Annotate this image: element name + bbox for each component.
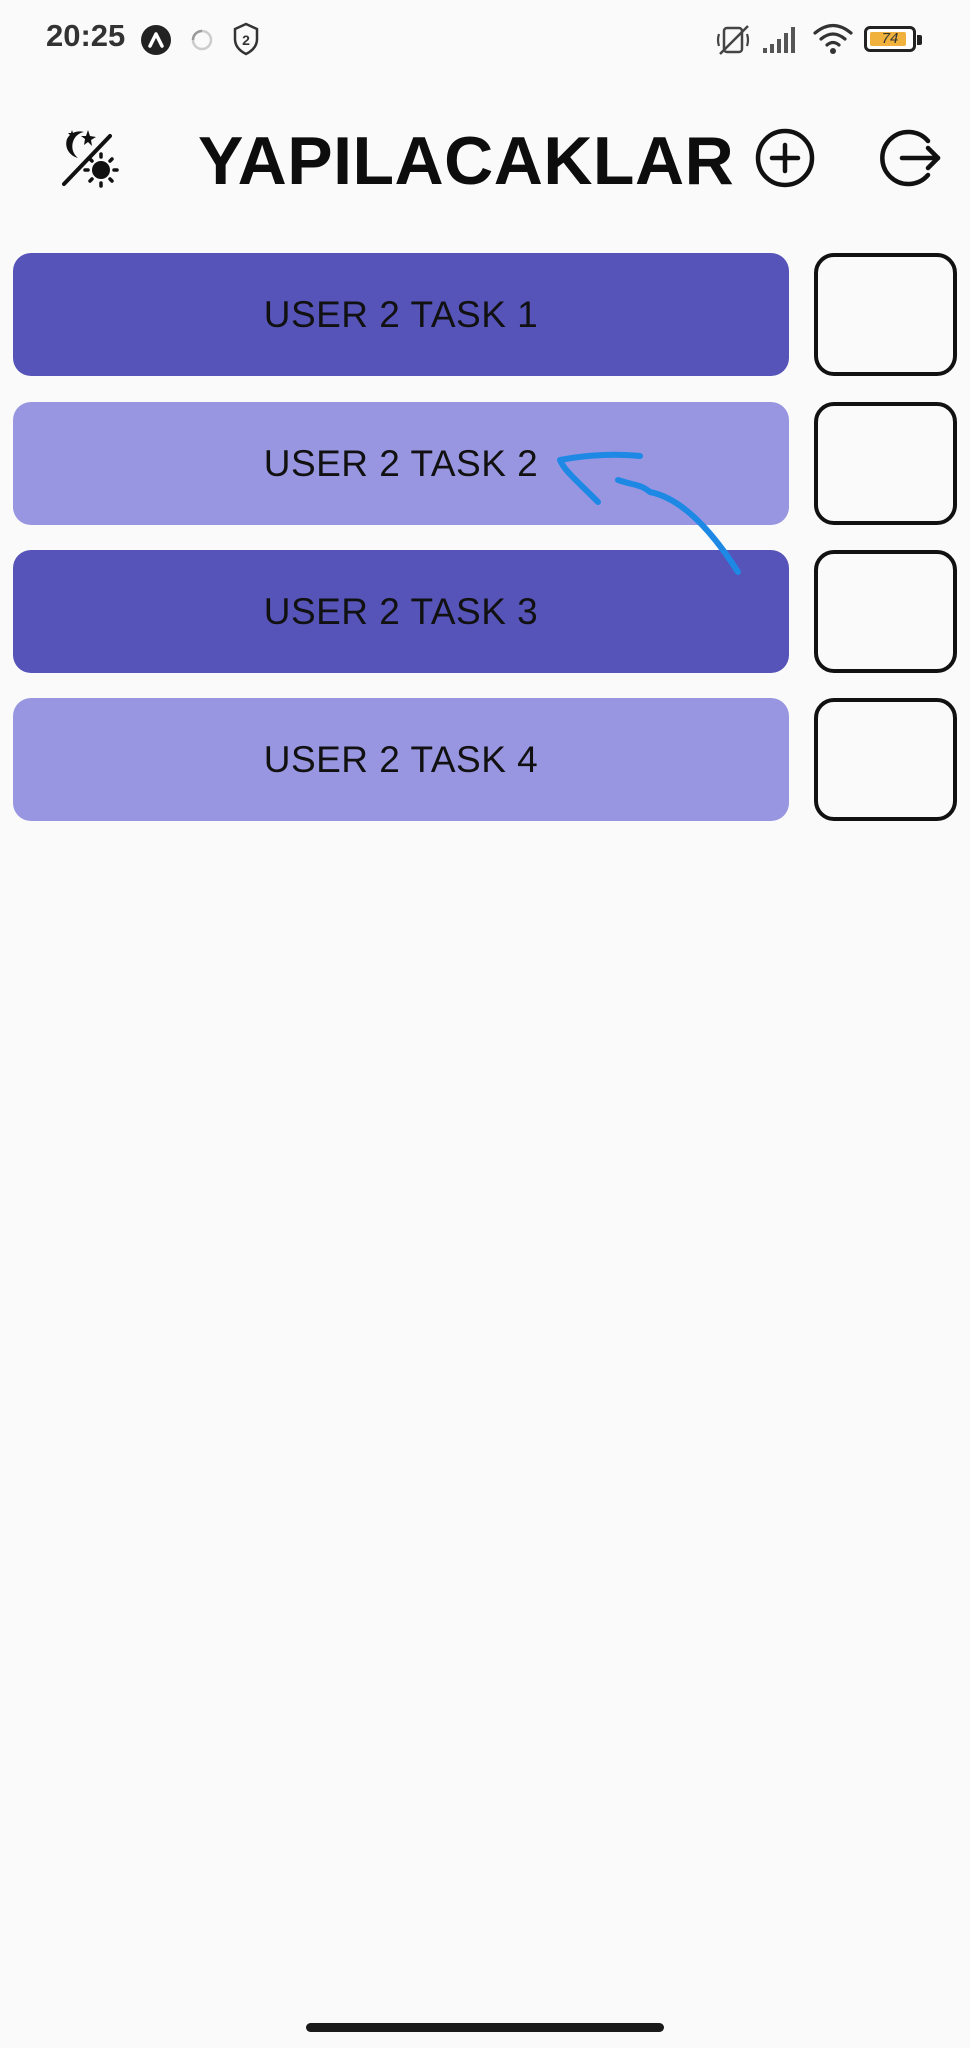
- logout-icon[interactable]: [880, 127, 944, 189]
- mute-icon: [716, 25, 750, 55]
- app-notification-icon: [141, 25, 171, 55]
- task-item-4[interactable]: USER 2 TASK 4: [13, 698, 789, 821]
- wifi-icon: [813, 23, 853, 54]
- task-label: USER 2 TASK 1: [263, 293, 539, 335]
- task-label: USER 2 TASK 4: [263, 738, 539, 780]
- signal-icon: [763, 27, 795, 53]
- theme-toggle-icon[interactable]: [58, 126, 124, 190]
- vpn-shield-icon: 2: [233, 22, 259, 56]
- task-checkbox-3[interactable]: [814, 550, 957, 673]
- task-label: USER 2 TASK 3: [263, 590, 539, 632]
- home-indicator[interactable]: [306, 2023, 664, 2032]
- status-bar: 20:25 2 74: [0, 0, 970, 80]
- loading-circle-icon: [191, 29, 213, 51]
- task-checkbox-4[interactable]: [814, 698, 957, 821]
- page-title: YAPILACAKLAR: [198, 123, 735, 199]
- task-item-1[interactable]: USER 2 TASK 1: [13, 253, 789, 376]
- task-label: USER 2 TASK 2: [263, 442, 539, 484]
- task-checkbox-2[interactable]: [814, 402, 957, 525]
- battery-icon: 74: [864, 26, 922, 52]
- status-time: 20:25: [46, 18, 126, 53]
- arrow-annotation: [557, 451, 741, 575]
- svg-text:2: 2: [242, 32, 250, 48]
- battery-level: 74: [881, 30, 899, 47]
- add-circle-icon[interactable]: [754, 127, 816, 189]
- task-checkbox-1[interactable]: [814, 253, 957, 376]
